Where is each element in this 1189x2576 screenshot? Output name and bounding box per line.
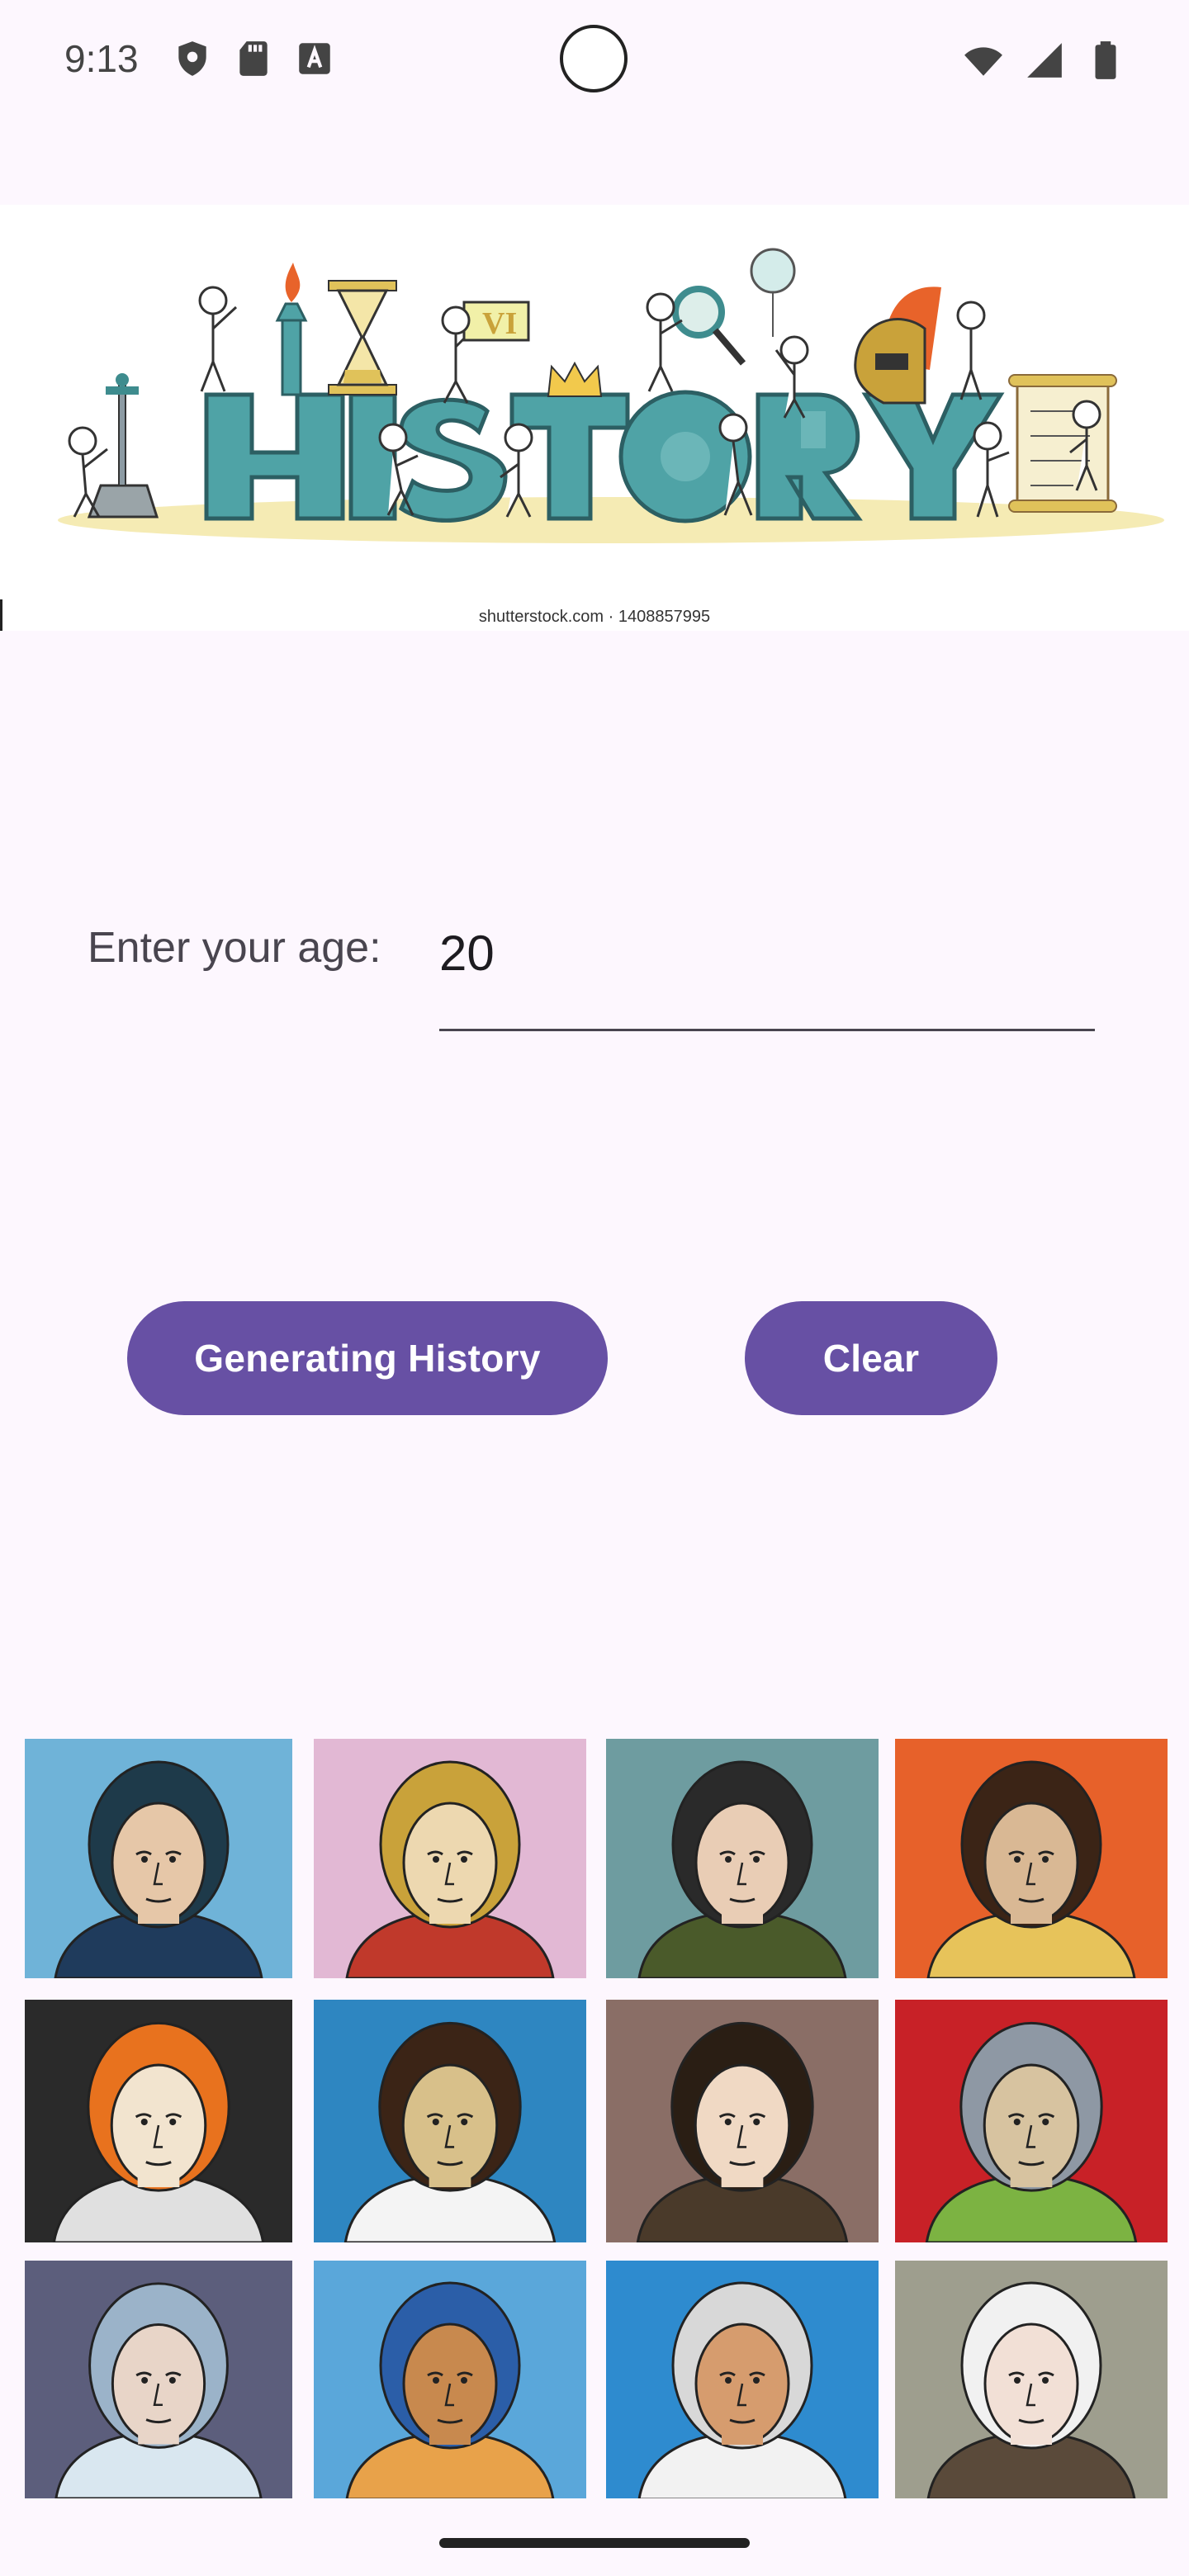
- battery-icon: [1095, 41, 1116, 79]
- age-input-value[interactable]: 20: [439, 925, 495, 982]
- portrait-woman-bonnet[interactable]: [25, 2261, 292, 2498]
- portrait-bald-man-ruff[interactable]: [314, 2000, 586, 2242]
- camera-cutout: [560, 25, 628, 92]
- cell-signal-icon: [1027, 43, 1062, 78]
- sd-card-icon: [239, 41, 268, 76]
- shield-icon: [178, 41, 206, 76]
- history-illustration: VI: [58, 248, 1164, 543]
- portrait-knight-chainmail[interactable]: [895, 2000, 1168, 2242]
- portrait-woman-white-hair-crown[interactable]: [895, 2261, 1168, 2498]
- status-time: 9:13: [64, 37, 139, 80]
- status-icons-left: [172, 38, 335, 79]
- text-cursor: [0, 599, 2, 631]
- portrait-grid: [25, 1739, 1168, 2498]
- status-icons-right: [963, 40, 1126, 81]
- portrait-man-jeweled-cap[interactable]: [895, 1739, 1168, 1978]
- keyboard-a-icon: [299, 43, 330, 74]
- portrait-queen-crown[interactable]: [314, 1739, 586, 1978]
- history-banner-image: VI shutterstock.com · 1408857995: [0, 205, 1189, 631]
- gesture-nav-handle[interactable]: [439, 2538, 750, 2548]
- status-bar: 9:13: [0, 0, 1189, 124]
- wifi-icon: [964, 47, 1002, 76]
- age-label: Enter your age:: [88, 924, 381, 972]
- portrait-queen-ruff-collar[interactable]: [25, 2000, 292, 2242]
- clear-button[interactable]: Clear: [745, 1301, 997, 1415]
- portrait-man-round-glasses[interactable]: [606, 2261, 879, 2498]
- age-input[interactable]: 20: [439, 913, 1095, 1031]
- generate-history-button[interactable]: Generating History: [127, 1301, 608, 1415]
- portrait-man-black-hat[interactable]: [25, 1739, 292, 1978]
- svg-text:VI: VI: [482, 306, 517, 341]
- banner-credit: shutterstock.com · 1408857995: [478, 608, 711, 626]
- portrait-pharaoh[interactable]: [314, 2261, 586, 2498]
- portrait-woman-hood[interactable]: [606, 2000, 879, 2242]
- portrait-man-dark-cap[interactable]: [606, 1739, 879, 1978]
